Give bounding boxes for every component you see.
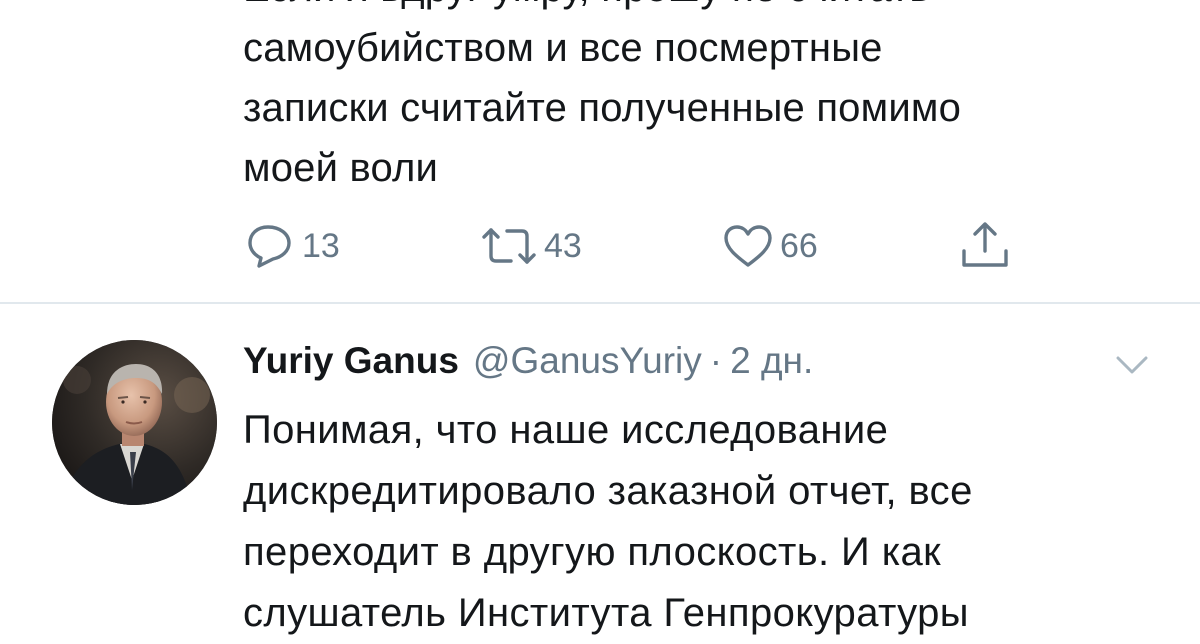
tweet-2-line-3: переходит в другую плоскость. И как bbox=[243, 530, 942, 574]
tweet-2-text: Понимая, что наше исследование дискредит… bbox=[243, 400, 1183, 644]
tweet-1[interactable]: Если я вдруг умру, прошу не считать само… bbox=[0, 0, 1200, 303]
tweet-time[interactable]: 2 дн. bbox=[730, 340, 813, 382]
tweet-2-line-2: дискредитировало заказной отчет, все bbox=[243, 469, 973, 513]
tweet-2-line-4: слушатель Института Генпрокуратуры bbox=[243, 591, 969, 635]
like-button[interactable]: 66 bbox=[722, 222, 818, 270]
retweet-count: 43 bbox=[544, 226, 582, 265]
tweet-divider bbox=[0, 302, 1200, 304]
reply-button[interactable]: 13 bbox=[246, 222, 340, 270]
author-handle[interactable]: @GanusYuriy bbox=[473, 340, 702, 382]
tweet-1-line-4: моей воли bbox=[243, 146, 439, 190]
share-button[interactable] bbox=[958, 222, 1012, 270]
retweet-button[interactable]: 43 bbox=[480, 222, 582, 270]
retweet-icon bbox=[480, 223, 538, 269]
avatar[interactable] bbox=[52, 340, 217, 505]
tweet-1-line-2: самоубийством и все посмертные bbox=[243, 26, 883, 70]
author-name[interactable]: Yuriy Ganus bbox=[243, 340, 459, 382]
header-separator: · bbox=[709, 340, 723, 381]
chevron-down-icon bbox=[1112, 356, 1152, 384]
tweet-1-line-1: Если я вдруг умру, прошу не считать bbox=[243, 0, 1163, 18]
tweet-1-line-3: записки считайте полученные помимо bbox=[243, 86, 962, 130]
reply-count: 13 bbox=[302, 226, 340, 265]
tweet-2-line-1: Понимая, что наше исследование bbox=[243, 408, 889, 452]
like-count: 66 bbox=[780, 226, 818, 265]
share-icon bbox=[958, 221, 1012, 271]
tweet-2-header: Yuriy Ganus @GanusYuriy · 2 дн. bbox=[243, 340, 813, 396]
tweet-1-text: Если я вдруг умру, прошу не считать само… bbox=[243, 0, 1163, 198]
heart-icon bbox=[722, 223, 774, 269]
tweet-menu-button[interactable] bbox=[1112, 350, 1152, 380]
reply-icon bbox=[246, 223, 296, 269]
